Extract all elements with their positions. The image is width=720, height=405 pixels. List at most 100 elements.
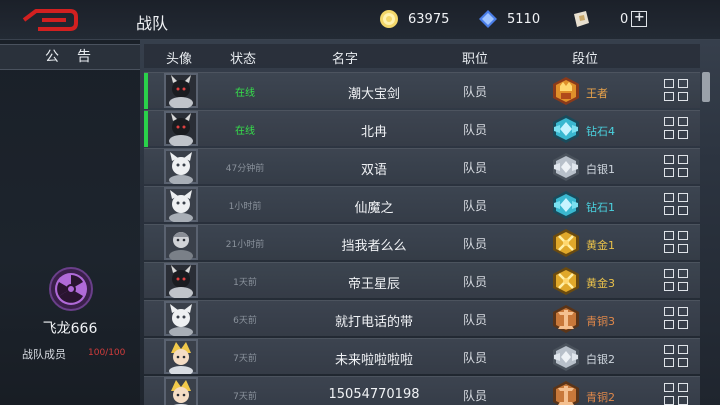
table-row[interactable]: 7天前 15054770198 队员 青铜2 — [144, 376, 700, 405]
table-row[interactable]: 在线 潮大宝剑 队员 王者 — [144, 72, 700, 109]
avatar[interactable] — [164, 263, 198, 298]
member-name: 潮大宝剑 — [347, 87, 400, 102]
column-header-rank: 段位 — [572, 52, 599, 67]
member-role: 队员 — [462, 313, 487, 327]
grid-menu-icon[interactable] — [664, 79, 690, 103]
diamond-rank-icon — [553, 115, 579, 143]
diamond-currency: 5110 — [477, 8, 540, 30]
member-status: 1天前 — [233, 278, 257, 288]
table-header: 头像 状态 名字 职位 段位 — [144, 44, 700, 68]
member-name: 未来啦啦啦啦 — [334, 353, 413, 368]
member-role: 队员 — [462, 161, 487, 175]
member-name: 就打电话的带 — [334, 315, 413, 330]
member-table: 头像 状态 名字 职位 段位 在线 潮大宝剑 队员 王者 在线 北冉 队员 钻石4 47分钟前双… — [144, 40, 700, 405]
tab-notice[interactable]: 公告 — [0, 44, 140, 70]
member-count: 100/100 — [88, 348, 126, 358]
diamond-rank-icon — [553, 191, 579, 219]
diamond-amount: 5110 — [507, 11, 541, 27]
member-status: 7天前 — [233, 392, 257, 402]
avatar[interactable] — [164, 301, 198, 336]
rank-label: 钻石4 — [586, 125, 615, 138]
member-name: 仙魔之 — [354, 201, 394, 216]
rank-label: 钻石1 — [586, 201, 615, 214]
grid-menu-icon[interactable] — [664, 307, 690, 331]
online-indicator — [144, 73, 148, 109]
member-name: 双语 — [360, 163, 387, 178]
member-name: 挡我者么么 — [341, 239, 407, 254]
member-name: 北冉 — [360, 125, 387, 140]
ticket-currency: 0 + — [570, 8, 648, 30]
table-row[interactable]: 21小时前 挡我者么么 队员 黄金1 — [144, 224, 700, 260]
bronze-rank-icon — [553, 305, 579, 333]
member-label: 战队成员 — [22, 348, 66, 361]
table-row[interactable]: 7天前 未来啦啦啦啦 队员 白银2 — [144, 338, 700, 374]
avatar[interactable] — [164, 187, 198, 222]
add-ticket-button[interactable]: + — [631, 11, 648, 27]
avatar[interactable] — [164, 339, 198, 374]
avatar[interactable] — [164, 149, 198, 184]
member-role: 队员 — [462, 389, 487, 403]
member-status: 47分钟前 — [225, 164, 265, 174]
table-row[interactable]: 1天前 帝王星辰 队员 黄金3 — [144, 262, 700, 298]
column-header-avatar: 头像 — [166, 52, 193, 67]
avatar[interactable] — [164, 73, 198, 108]
member-name: 帝王星辰 — [347, 277, 400, 292]
column-header-role: 职位 — [462, 52, 489, 67]
rank-label: 白银1 — [586, 163, 615, 176]
gold-currency: 63975 — [378, 8, 449, 30]
member-status: 21小时前 — [225, 240, 265, 250]
scrollbar-thumb[interactable] — [702, 72, 710, 102]
avatar[interactable] — [164, 377, 198, 405]
rank-label: 青铜2 — [586, 391, 615, 404]
rank-label: 白银2 — [586, 353, 615, 366]
diamond-icon — [479, 10, 497, 28]
member-role: 队员 — [462, 237, 487, 251]
avatar[interactable] — [164, 225, 198, 260]
ticket-amount: 0 — [620, 11, 629, 27]
member-status: 在线 — [235, 126, 255, 137]
silver-rank-icon — [553, 153, 579, 181]
member-role: 队员 — [462, 199, 487, 213]
member-status: 在线 — [235, 88, 255, 99]
grid-menu-icon[interactable] — [664, 383, 690, 405]
member-name: 15054770198 — [328, 387, 420, 402]
page-title: 战队 — [136, 14, 169, 33]
table-row[interactable]: 1小时前 仙魔之 队员 钻石1 — [144, 186, 700, 222]
gold-coin-icon — [380, 10, 398, 28]
bronze-rank-icon — [553, 381, 579, 405]
top-bar: 战队 63975 5110 0 + — [0, 0, 720, 40]
ticket-icon — [574, 11, 589, 27]
column-header-status: 状态 — [230, 52, 257, 67]
rank-label: 青铜3 — [586, 315, 615, 328]
table-row[interactable]: 47分钟前 双语 队员 白银1 — [144, 148, 700, 184]
table-row[interactable]: 6天前 就打电话的带 队员 青铜3 — [144, 300, 700, 336]
grid-menu-icon[interactable] — [664, 345, 690, 369]
left-panel: 公告 飞龙666 战队成员 100/100 — [0, 40, 140, 405]
grid-menu-icon[interactable] — [664, 231, 690, 255]
column-header-name: 名字 — [332, 52, 359, 67]
rank-label: 王者 — [586, 87, 608, 100]
member-status: 1小时前 — [228, 202, 262, 212]
grid-menu-icon[interactable] — [664, 193, 690, 217]
member-role: 队员 — [462, 85, 487, 99]
grid-menu-icon[interactable] — [664, 269, 690, 293]
member-role: 队员 — [462, 275, 487, 289]
rank-label: 黄金3 — [586, 277, 615, 290]
radiation-emblem-icon — [49, 267, 93, 311]
grid-menu-icon[interactable] — [664, 117, 690, 141]
rank-label: 黄金1 — [586, 239, 615, 252]
avatar[interactable] — [164, 111, 198, 146]
grid-menu-icon[interactable] — [664, 155, 690, 179]
online-indicator — [144, 111, 148, 147]
member-status: 6天前 — [233, 316, 257, 326]
king-rank-icon — [553, 77, 579, 105]
gold-amount: 63975 — [408, 11, 450, 27]
gold-rank-icon — [553, 267, 579, 295]
back-arrow-icon[interactable] — [20, 8, 80, 32]
table-row[interactable]: 在线 北冉 队员 钻石4 — [144, 110, 700, 147]
member-status: 7天前 — [233, 354, 257, 364]
member-role: 队员 — [462, 123, 487, 137]
member-role: 队员 — [462, 351, 487, 365]
team-name: 飞龙666 — [42, 321, 98, 337]
silver-rank-icon — [553, 343, 579, 371]
